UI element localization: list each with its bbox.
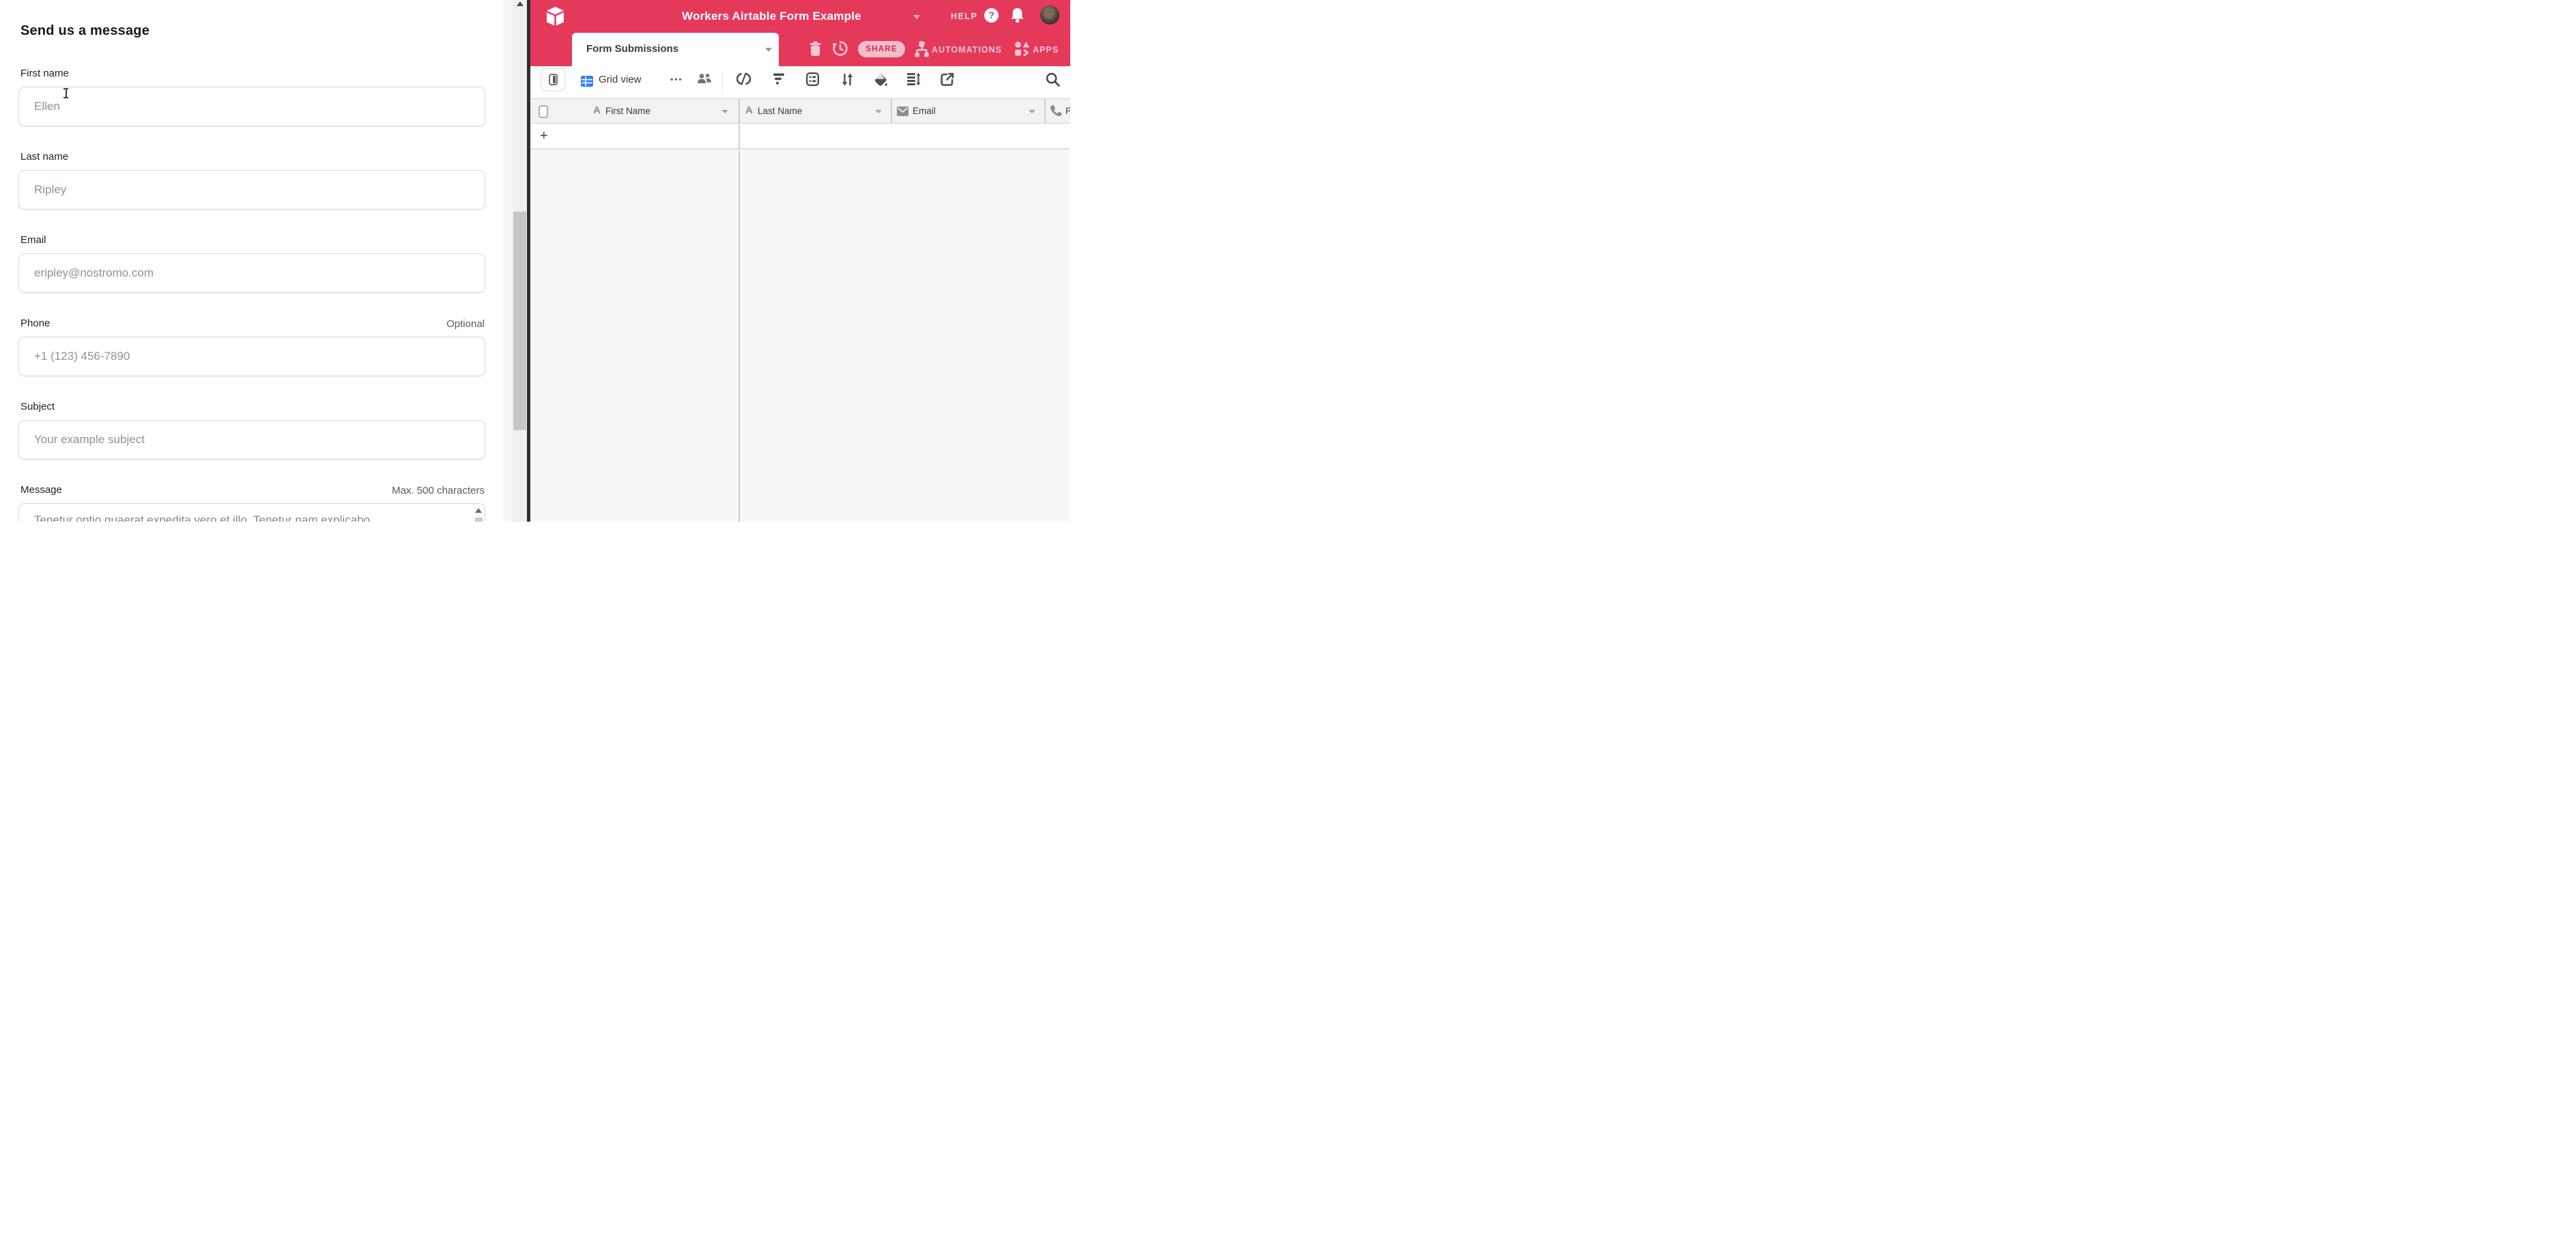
phone-label: Phone <box>20 318 50 329</box>
tab-form-submissions[interactable]: Form Submissions <box>572 33 779 66</box>
column-header-phone[interactable]: Phone <box>1065 106 1070 116</box>
airtable-header: Workers Airtable Form Example HELP ? <box>530 0 1070 33</box>
table-tab-bar: Form Submissions SHARE AUTOMATIONS <box>530 33 1070 66</box>
column-caret-icon[interactable] <box>721 110 728 113</box>
subject-input[interactable] <box>18 420 485 460</box>
hide-fields-icon[interactable] <box>736 72 751 85</box>
message-max-annotation: Max. 500 characters <box>392 485 485 496</box>
email-field-type-icon <box>897 107 908 116</box>
base-title-caret-icon[interactable] <box>913 15 920 19</box>
text-field-type-icon: A <box>745 104 753 116</box>
toolbar-divider <box>722 72 723 92</box>
column-caret-icon[interactable] <box>1029 110 1035 113</box>
apps-icon[interactable] <box>1014 41 1030 57</box>
help-question-icon[interactable]: ? <box>984 8 999 23</box>
color-icon[interactable] <box>874 72 888 87</box>
phone-field-type-icon <box>1050 104 1062 117</box>
screen: Send us a message First name Last name E… <box>0 0 1070 522</box>
history-icon[interactable] <box>832 40 848 57</box>
collaborators-icon[interactable] <box>696 72 713 86</box>
user-avatar[interactable] <box>1040 5 1059 25</box>
grid-column-headers: A First Name A Last Name Email Phone <box>530 98 1070 124</box>
first-name-input[interactable] <box>18 87 485 126</box>
help-button[interactable]: HELP <box>951 12 977 21</box>
left-pane-gutter <box>503 0 513 522</box>
grid-empty-area <box>530 151 1070 522</box>
trash-icon[interactable] <box>809 41 822 57</box>
message-scrollbar-thumb[interactable] <box>475 518 483 522</box>
frozen-column-border <box>739 151 740 522</box>
email-input[interactable] <box>18 253 485 293</box>
message-textarea[interactable]: Tenetur optio quaerat expedita vero et i… <box>18 503 485 522</box>
active-table-name: Form Submissions <box>586 43 678 55</box>
form-title: Send us a message <box>20 23 149 39</box>
filter-icon[interactable] <box>773 72 785 85</box>
select-all-checkbox[interactable] <box>539 105 548 118</box>
text-cursor-icon <box>63 88 69 98</box>
column-border[interactable] <box>891 99 892 124</box>
sort-icon[interactable] <box>842 72 853 87</box>
left-scroll-up-icon[interactable] <box>517 1 524 6</box>
automations-button[interactable]: AUTOMATIONS <box>932 45 1002 55</box>
phone-input[interactable] <box>18 337 485 376</box>
frozen-column-border <box>739 124 740 150</box>
scroll-up-icon[interactable] <box>475 508 482 513</box>
column-caret-icon[interactable] <box>875 110 882 113</box>
row-height-icon[interactable] <box>906 72 921 86</box>
left-scrollbar-thumb[interactable] <box>513 212 526 430</box>
column-header-email[interactable]: Email <box>913 106 936 116</box>
text-field-type-icon: A <box>593 104 601 116</box>
view-name[interactable]: Grid view <box>599 74 642 85</box>
message-text: Tenetur optio quaerat expedita vero et i… <box>34 513 464 522</box>
add-row-button[interactable]: + <box>540 128 548 144</box>
automations-icon[interactable] <box>914 41 929 57</box>
apps-button[interactable]: APPS <box>1033 45 1059 55</box>
column-border[interactable] <box>1044 99 1046 124</box>
column-header-last-name[interactable]: Last Name <box>758 106 802 116</box>
column-border[interactable] <box>739 99 740 124</box>
group-icon[interactable] <box>806 72 819 86</box>
grid-view-icon <box>581 76 593 87</box>
contact-form-pane: Send us a message First name Last name E… <box>0 0 503 522</box>
share-view-icon[interactable] <box>941 72 954 86</box>
share-button[interactable]: SHARE <box>858 41 905 57</box>
notifications-bell-icon[interactable] <box>1010 8 1025 23</box>
add-row-row[interactable]: + <box>530 124 1070 150</box>
view-sidebar-toggle-button[interactable] <box>541 68 566 91</box>
search-icon[interactable] <box>1046 72 1060 87</box>
view-more-icon[interactable]: ••• <box>670 74 683 84</box>
last-name-input[interactable] <box>18 170 485 210</box>
email-label: Email <box>20 234 46 246</box>
base-title[interactable]: Workers Airtable Form Example <box>682 10 861 23</box>
first-name-label: First name <box>20 68 69 79</box>
message-label: Message <box>20 484 62 496</box>
airtable-pane: Workers Airtable Form Example HELP ? For… <box>530 0 1070 522</box>
airtable-logo-icon <box>545 6 565 27</box>
phone-optional-annotation: Optional <box>446 318 485 330</box>
subject-label: Subject <box>20 401 55 412</box>
view-toolbar: Grid view ••• <box>530 66 1070 98</box>
table-caret-icon[interactable] <box>765 48 772 52</box>
column-header-first-name[interactable]: First Name <box>605 106 650 116</box>
side-panel-icon <box>549 74 558 85</box>
last-name-label: Last name <box>20 151 68 163</box>
